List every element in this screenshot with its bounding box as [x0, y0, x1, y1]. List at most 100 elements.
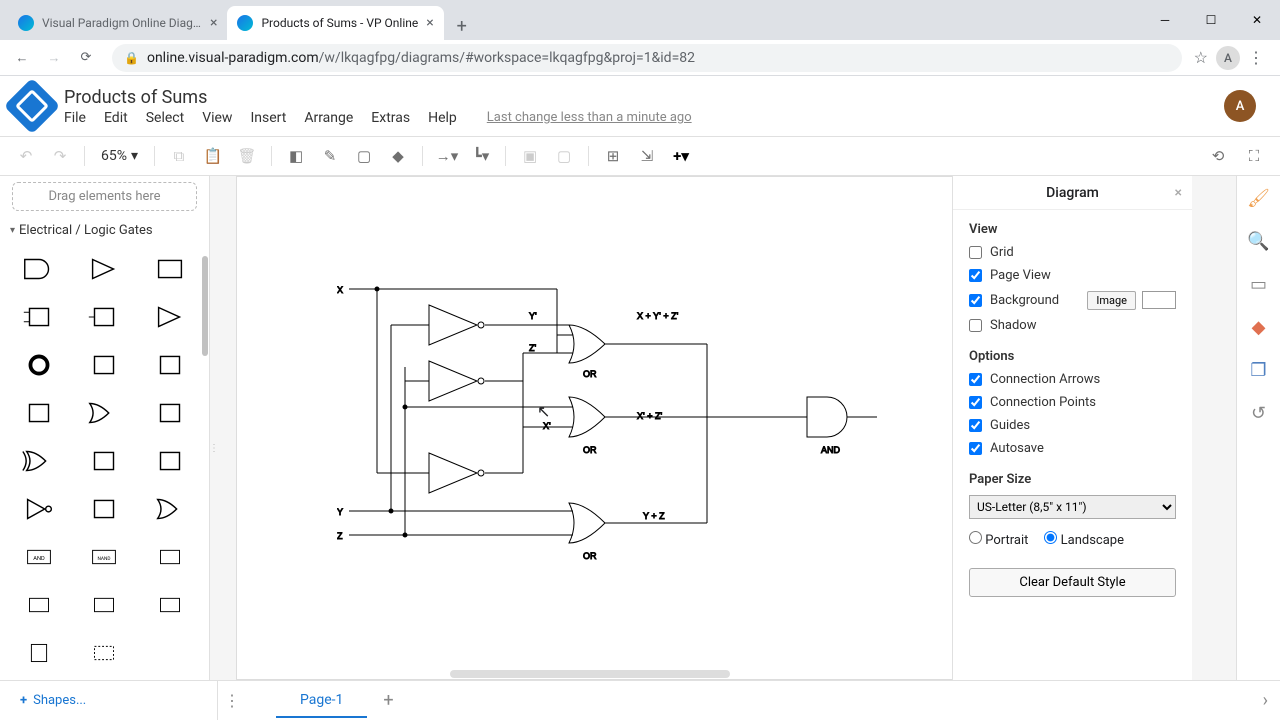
layers-icon[interactable]: ◆	[1252, 317, 1266, 338]
shapes-scrollbar[interactable]	[201, 256, 209, 640]
last-change-link[interactable]: Last change less than a minute ago	[487, 110, 692, 125]
clear-default-style-button[interactable]: Clear Default Style	[969, 568, 1176, 597]
close-window-button[interactable]: ✕	[1234, 0, 1280, 40]
bookmark-icon[interactable]: ☆	[1194, 48, 1208, 67]
add-shapes-icon[interactable]: +	[20, 693, 27, 708]
shape-gate-17[interactable]	[74, 488, 136, 530]
logic-diagram[interactable]: X Y Z	[337, 277, 897, 597]
shape-gate-23[interactable]	[74, 584, 136, 626]
shape-and-text[interactable]: AND	[8, 536, 70, 578]
shape-gate-4[interactable]	[8, 296, 70, 338]
waypoint-button[interactable]: ┗▾	[467, 142, 495, 170]
history-icon[interactable]: ↺	[1251, 403, 1266, 424]
add-page-button[interactable]: +	[383, 690, 393, 711]
splitter-handle[interactable]: ⋮	[210, 428, 218, 468]
orient-landscape[interactable]: Landscape	[1044, 531, 1124, 548]
canvas-area[interactable]: ⋮ X Y Z	[210, 176, 1236, 680]
more-shapes-link[interactable]: Shapes...	[33, 693, 86, 708]
menu-arrange[interactable]: Arrange	[304, 110, 353, 126]
forward-button[interactable]: →	[40, 44, 68, 72]
copy-button[interactable]: ⧉	[165, 142, 193, 170]
orient-portrait[interactable]: Portrait	[969, 531, 1028, 548]
shape-gate-12[interactable]	[139, 392, 201, 434]
document-title[interactable]: Products of Sums	[64, 87, 692, 108]
back-button[interactable]: ←	[8, 44, 36, 72]
shape-gate-24[interactable]	[139, 584, 201, 626]
shape-gate-8[interactable]	[74, 344, 136, 386]
opt-shadow[interactable]: Shadow	[953, 314, 1192, 337]
insert-button[interactable]: +▾	[667, 142, 695, 170]
delete-button[interactable]: 🗑	[233, 142, 261, 170]
shape-gate-22[interactable]	[8, 584, 70, 626]
fit-button[interactable]: ⇲	[633, 142, 661, 170]
close-tab-icon[interactable]: ×	[426, 16, 433, 30]
shape-gate-14[interactable]	[74, 440, 136, 482]
shape-gate-26[interactable]	[74, 632, 136, 674]
redo-button[interactable]: ↷	[46, 142, 74, 170]
menu-file[interactable]: File	[64, 110, 86, 126]
grid-button[interactable]: ⊞	[599, 142, 627, 170]
line-color-button[interactable]: ✎	[316, 142, 344, 170]
search-icon[interactable]: 🔍	[1247, 231, 1269, 252]
shape-buffer[interactable]	[74, 248, 136, 290]
page-tab-1[interactable]: Page-1	[276, 684, 367, 718]
menu-help[interactable]: Help	[428, 110, 457, 126]
shape-nand-text[interactable]: NAND	[74, 536, 136, 578]
shape-gate-21[interactable]	[139, 536, 201, 578]
minimize-button[interactable]: ─	[1142, 0, 1188, 40]
opt-autosave[interactable]: Autosave	[953, 437, 1192, 460]
pages-icon[interactable]: ❐	[1250, 360, 1266, 381]
url-input[interactable]: 🔒 online.visual-paradigm.com/w/lkqagfpg/…	[112, 44, 1182, 72]
to-front-button[interactable]: ▣	[516, 142, 544, 170]
menu-select[interactable]: Select	[146, 110, 184, 126]
shape-gate-9[interactable]	[139, 344, 201, 386]
outline-icon[interactable]: ▭	[1250, 274, 1267, 295]
shape-xor-gate[interactable]	[8, 440, 70, 482]
format-icon[interactable]: 🖌	[1247, 188, 1270, 209]
shape-gate-5[interactable]	[74, 296, 136, 338]
shape-buffer-2[interactable]	[139, 296, 201, 338]
style-button[interactable]: ◆	[384, 142, 412, 170]
shape-not-gate[interactable]	[8, 488, 70, 530]
opt-guides[interactable]: Guides	[953, 414, 1192, 437]
opt-conn-arrows[interactable]: Connection Arrows	[953, 368, 1192, 391]
opt-background[interactable]: Background Image	[953, 287, 1192, 314]
browser-tab-inactive[interactable]: Visual Paradigm Online Diagram ×	[8, 6, 227, 40]
paste-button[interactable]: 📋	[199, 142, 227, 170]
menu-edit[interactable]: Edit	[104, 110, 128, 126]
reload-button[interactable]: ⟳	[72, 44, 100, 72]
close-panel-icon[interactable]: ×	[1175, 185, 1182, 201]
shadow-button[interactable]: ▢	[350, 142, 378, 170]
canvas-h-scrollbar[interactable]	[450, 670, 730, 678]
page-menu-button[interactable]: ⋮	[218, 691, 246, 710]
shape-circle[interactable]	[8, 344, 70, 386]
bg-color-swatch[interactable]	[1142, 291, 1176, 309]
shape-and-gate[interactable]	[8, 248, 70, 290]
app-logo-icon[interactable]	[4, 78, 61, 135]
connector-style-button[interactable]: →▾	[433, 142, 461, 170]
paper[interactable]: X Y Z	[236, 176, 966, 680]
shape-gate-10[interactable]	[8, 392, 70, 434]
bg-image-button[interactable]: Image	[1087, 291, 1136, 310]
fullscreen-button[interactable]: ⛶	[1240, 142, 1268, 170]
user-avatar[interactable]: A	[1224, 90, 1256, 122]
shape-xor-2[interactable]	[139, 488, 201, 530]
shape-gate-15[interactable]	[139, 440, 201, 482]
refresh-button[interactable]: ⟲	[1204, 142, 1232, 170]
shape-block[interactable]	[139, 248, 201, 290]
footer-next-icon[interactable]: ›	[1263, 690, 1268, 711]
fill-color-button[interactable]: ◧	[282, 142, 310, 170]
paper-size-select[interactable]: US-Letter (8,5" x 11")	[969, 495, 1176, 519]
opt-grid[interactable]: Grid	[953, 241, 1192, 264]
browser-tab-active[interactable]: Products of Sums - VP Online ×	[227, 6, 443, 40]
shape-or-gate[interactable]	[74, 392, 136, 434]
menu-insert[interactable]: Insert	[250, 110, 286, 126]
close-tab-icon[interactable]: ×	[210, 16, 217, 30]
profile-avatar[interactable]: A	[1216, 46, 1240, 70]
zoom-dropdown[interactable]: 65%▾	[95, 148, 144, 164]
new-tab-button[interactable]: +	[448, 12, 476, 40]
shape-category-header[interactable]: Electrical / Logic Gates	[0, 217, 209, 244]
shape-gate-25[interactable]	[8, 632, 70, 674]
menu-extras[interactable]: Extras	[371, 110, 410, 126]
to-back-button[interactable]: ▢	[550, 142, 578, 170]
